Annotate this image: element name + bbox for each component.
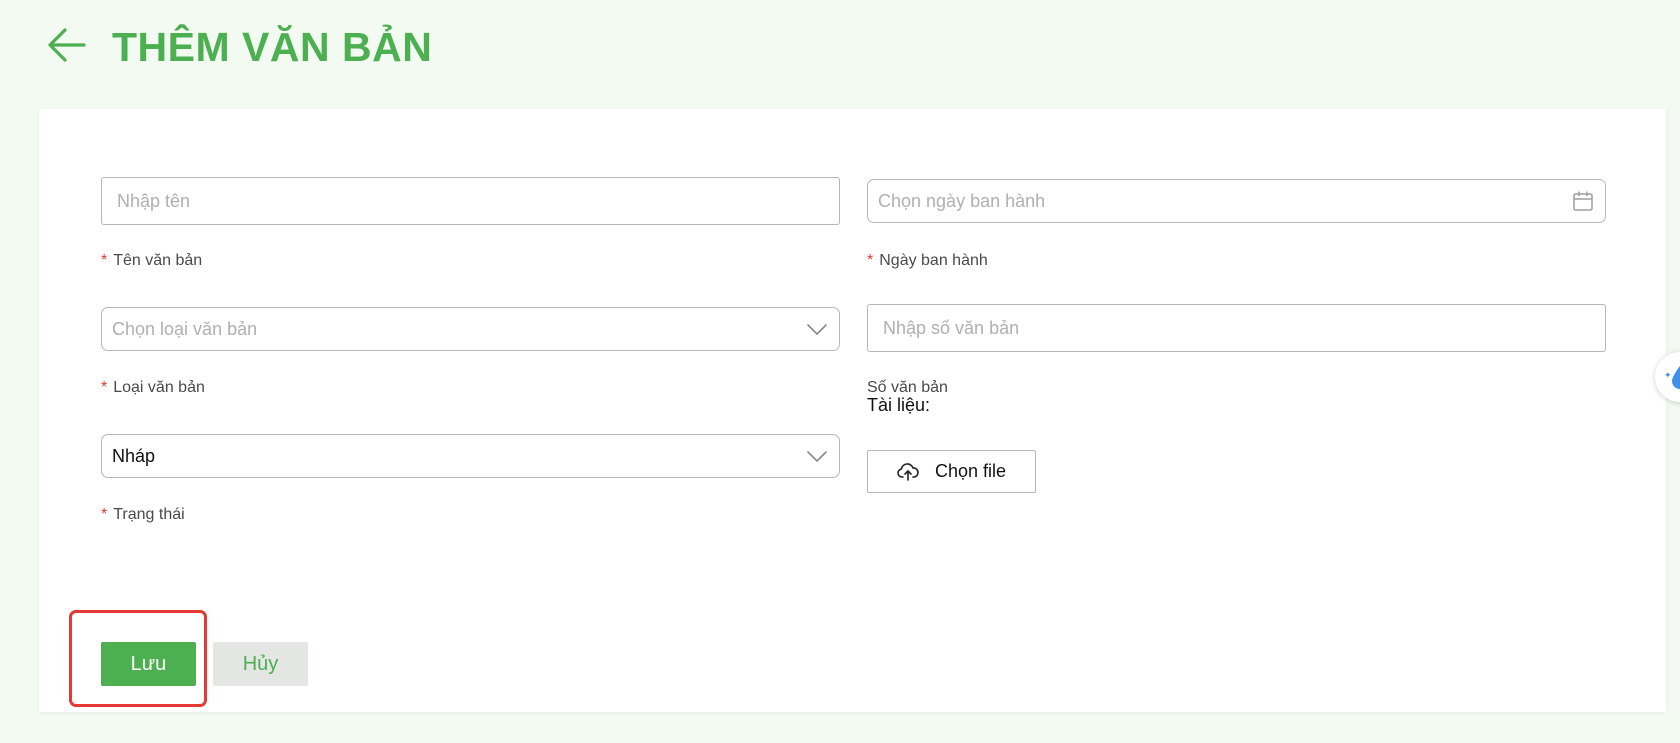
water-drop-icon (1671, 365, 1680, 394)
issue-date-placeholder: Chọn ngày ban hành (878, 190, 1046, 211)
issue-date-picker[interactable]: Chọn ngày ban hành (867, 179, 1606, 223)
doc-type-field: * Loại văn bản (101, 377, 840, 399)
back-button[interactable] (44, 24, 90, 70)
attachment-label: Tài liệu: (867, 395, 931, 415)
issue-date-label: * Ngày ban hành (867, 252, 988, 269)
status-label: * Trạng thái (101, 506, 185, 523)
issue-date-field: * Ngày ban hành (867, 250, 1606, 272)
doc-type-placeholder: Chọn loại văn bản (112, 318, 258, 339)
name-label: * Tên văn bản (101, 252, 203, 269)
cloud-upload-icon (897, 462, 919, 481)
status-field: * Trạng thái (101, 504, 840, 526)
page-title: THÊM VĂN BẢN (112, 23, 433, 70)
name-field: * Tên văn bản (101, 250, 840, 272)
doc-number-field: Số văn bản (867, 377, 1606, 399)
required-mark: * (101, 379, 108, 396)
required-mark: * (101, 252, 108, 269)
name-input[interactable]: Nhập tên (101, 177, 840, 225)
page: THÊM VĂN BẢN * Tên văn bản Nhập tên * Ngày… (0, 0, 1680, 743)
required-mark: * (867, 252, 874, 269)
page-header: THÊM VĂN BẢN (44, 22, 432, 72)
chevron-down-icon (795, 449, 839, 463)
name-placeholder: Nhập tên (117, 190, 191, 211)
choose-file-button[interactable]: Chọn file (867, 450, 1036, 493)
status-value: Nháp (112, 445, 156, 466)
status-select[interactable]: Nháp (101, 434, 840, 478)
cancel-button[interactable]: Hủy (213, 642, 308, 686)
chevron-down-icon (795, 322, 839, 336)
doc-number-input[interactable]: Nhập số văn bản (867, 304, 1606, 352)
doc-type-select[interactable]: Chọn loại văn bản (101, 307, 840, 351)
required-mark: * (101, 506, 108, 523)
choose-file-label: Chọn file (934, 461, 1007, 481)
doc-type-label: * Loại văn bản (101, 379, 205, 396)
doc-number-placeholder: Nhập số văn bản (883, 317, 1020, 338)
form-card: * Tên văn bản Nhập tên * Ngày ban hành Chọ… (39, 109, 1666, 712)
arrow-left-icon (47, 27, 87, 68)
calendar-icon[interactable] (1561, 190, 1605, 212)
doc-number-label: Số văn bản (867, 379, 948, 396)
save-button[interactable]: Lưu (101, 642, 196, 686)
